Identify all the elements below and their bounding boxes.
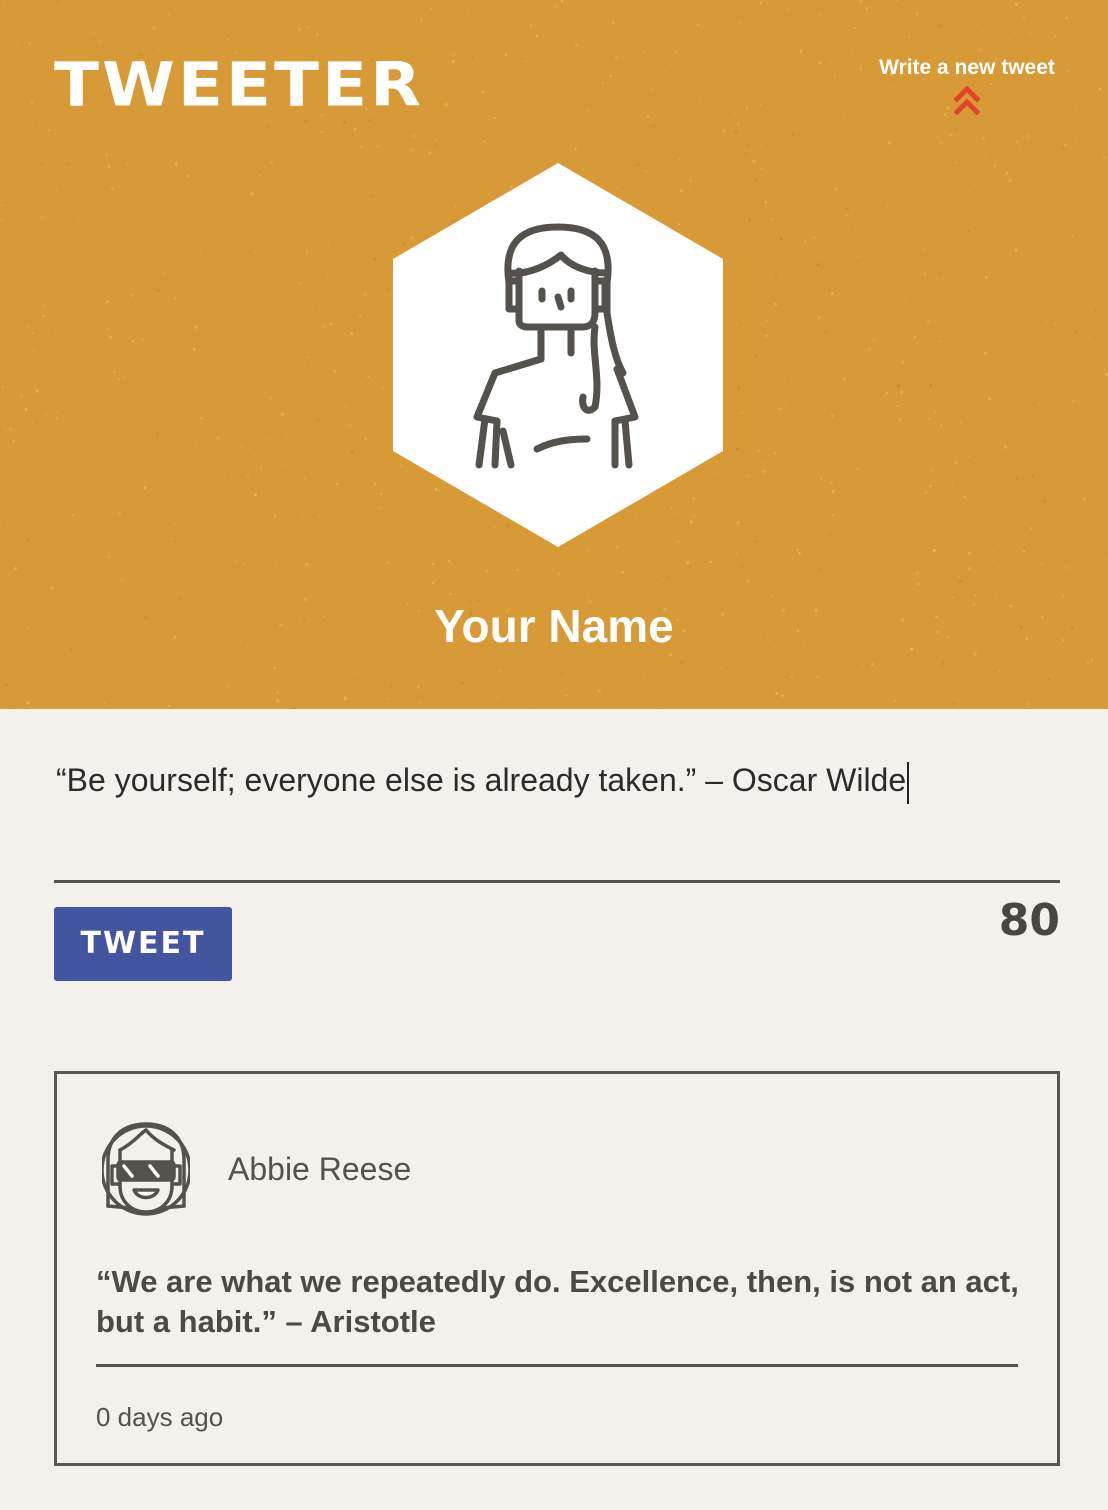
- tweet-author-name[interactable]: Abbie Reese: [228, 1148, 411, 1190]
- double-chevron-up-icon: [954, 86, 980, 116]
- tweet-card: Abbie Reese “We are what we repeatedly d…: [54, 1071, 1060, 1466]
- tweet-button[interactable]: TWEET: [54, 907, 232, 981]
- character-counter: 80: [998, 895, 1060, 946]
- hexagon-frame: [393, 163, 723, 547]
- app-logo[interactable]: TWEETER: [54, 52, 424, 118]
- write-new-tweet-label: Write a new tweet: [879, 56, 1055, 79]
- profile-header: TWEETER Write a new tweet Your Name: [0, 0, 1108, 709]
- tweet-text: “We are what we repeatedly do. Excellenc…: [96, 1264, 1019, 1339]
- composer-divider: [54, 880, 1060, 883]
- girl-glasses-avatar-icon: [102, 1122, 190, 1216]
- tweet-compose-text: “Be yourself; everyone else is already t…: [56, 762, 907, 798]
- profile-name: Your Name: [434, 600, 674, 652]
- write-new-tweet-link[interactable]: Write a new tweet: [862, 54, 1072, 116]
- tweet-compose-input[interactable]: “Be yourself; everyone else is already t…: [56, 752, 1056, 812]
- tweet-timestamp: 0 days ago: [96, 1402, 224, 1432]
- profile-avatar[interactable]: [391, 163, 725, 547]
- text-caret: [907, 761, 910, 804]
- tweet-divider: [96, 1364, 1018, 1367]
